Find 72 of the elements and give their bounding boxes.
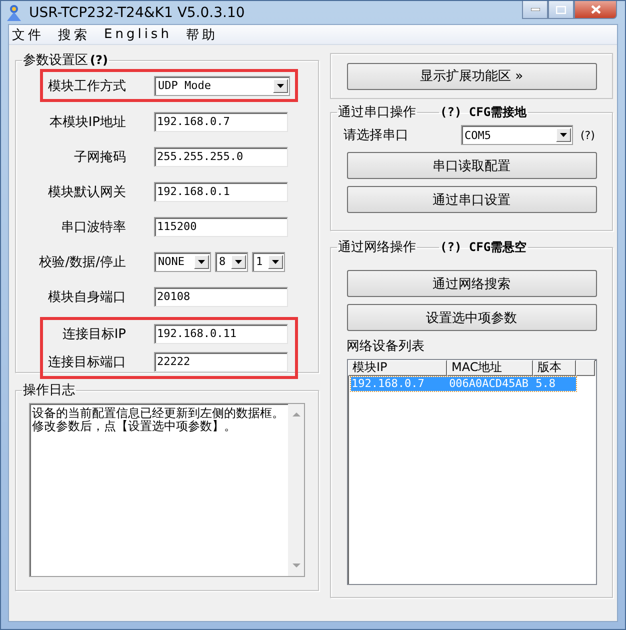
- action-button[interactable]: 通过网络搜索: [346, 270, 596, 297]
- device-list[interactable]: 模块IP MAC地址 版本 192.168.0.7 006A0ACD45AB 5.8: [346, 359, 596, 585]
- field-label: 连接目标端口: [47, 354, 126, 370]
- field-label: 连接目标IP: [61, 326, 126, 342]
- close-button[interactable]: [574, 1, 617, 19]
- column-header[interactable]: MAC地址: [446, 360, 532, 376]
- table-cell-text: 192.168.0.7: [350, 377, 426, 391]
- group-title: 通过网络操作: [338, 239, 416, 256]
- input-field[interactable]: 255.255.255.0: [154, 146, 288, 166]
- menu-item[interactable]: 帮助: [186, 26, 218, 44]
- column-header[interactable]: 版本: [532, 360, 576, 376]
- dropdown-arrow-button[interactable]: [268, 254, 283, 268]
- field-label: 子网掩码: [73, 148, 126, 166]
- close-icon: [590, 5, 600, 14]
- log-line: 修改参数后，点【设置选中项参数】。: [32, 420, 237, 433]
- action-button[interactable]: 设置选中项参数: [346, 304, 596, 331]
- input-field[interactable]: 115200: [154, 216, 288, 236]
- dropdown[interactable]: COM5: [460, 125, 572, 145]
- caret-icon: [558, 132, 568, 138]
- field-label: 串口波特率: [60, 218, 126, 236]
- scrollbar[interactable]: [288, 404, 304, 576]
- caret-icon: [197, 258, 206, 264]
- dropdown-arrow-button[interactable]: [556, 128, 570, 142]
- help-mark[interactable]: (?): [90, 53, 108, 67]
- list-label: 网络设备列表: [346, 338, 426, 355]
- table-cell-text: 006A0ACD45AB: [448, 377, 530, 391]
- dropdown-arrow-button[interactable]: [231, 254, 246, 268]
- input-field[interactable]: 192.168.0.11: [154, 324, 288, 344]
- maximize-icon: [556, 6, 566, 14]
- field-label: 校验/数据/停止: [38, 254, 126, 270]
- menu-item[interactable]: 搜索: [58, 26, 90, 44]
- column-header[interactable]: [576, 360, 594, 376]
- field-label: 模块默认网关: [47, 184, 126, 200]
- minimize-button[interactable]: [522, 1, 548, 19]
- dropdown[interactable]: UDP Mode: [154, 76, 290, 96]
- group-title: 通过串口操作: [338, 104, 416, 121]
- group-title: 参数设置区: [23, 52, 88, 69]
- table-cell-text: 5.8: [534, 377, 557, 391]
- input-field[interactable]: 192.168.0.1: [154, 182, 288, 202]
- dropdown-arrow-button[interactable]: [273, 78, 288, 92]
- scroll-down-icon: [292, 563, 300, 568]
- app-icon: [5, 4, 23, 22]
- menu-item[interactable]: English: [104, 27, 172, 42]
- help-mark[interactable]: (?): [580, 128, 595, 142]
- window-title: USR-TCP232-T24&K1 V5.0.3.10: [29, 4, 245, 20]
- dropdown[interactable]: 8: [215, 252, 248, 272]
- input-field[interactable]: 22222: [154, 352, 288, 372]
- group-note: (?) CFG需悬空: [440, 238, 527, 256]
- group-title: 操作日志: [23, 382, 75, 399]
- action-button[interactable]: 串口读取配置: [346, 152, 596, 179]
- maximize-button[interactable]: [548, 1, 574, 19]
- input-field[interactable]: 192.168.0.7: [154, 112, 288, 132]
- field-label: 模块自身端口: [47, 288, 126, 306]
- dropdown[interactable]: 1: [252, 252, 285, 272]
- dropdown[interactable]: NONE: [154, 252, 211, 272]
- caret-icon: [234, 258, 243, 264]
- caret-icon: [276, 82, 285, 88]
- input-field[interactable]: 20108: [154, 286, 288, 306]
- show-extension-button[interactable]: 显示扩展功能区 »: [346, 62, 596, 90]
- dropdown-arrow-button[interactable]: [194, 254, 209, 268]
- field-label: 模块工作方式: [47, 78, 126, 94]
- field-label: 本模块IP地址: [48, 114, 126, 130]
- field-label: 请选择串口: [344, 127, 410, 144]
- log-textarea[interactable]: 设备的当前配置信息已经更新到左侧的数据框。 修改参数后，点【设置选中项参数】。: [29, 403, 305, 577]
- menu-item[interactable]: 文件: [12, 26, 44, 44]
- minimize-icon: [530, 8, 540, 11]
- scroll-up-icon: [292, 412, 300, 417]
- log-line: 设备的当前配置信息已经更新到左侧的数据框。: [32, 407, 285, 420]
- caret-icon: [271, 258, 280, 264]
- action-button[interactable]: 通过串口设置: [346, 186, 596, 213]
- column-header[interactable]: 模块IP: [348, 360, 446, 376]
- group-note: (?) CFG需接地: [440, 104, 527, 120]
